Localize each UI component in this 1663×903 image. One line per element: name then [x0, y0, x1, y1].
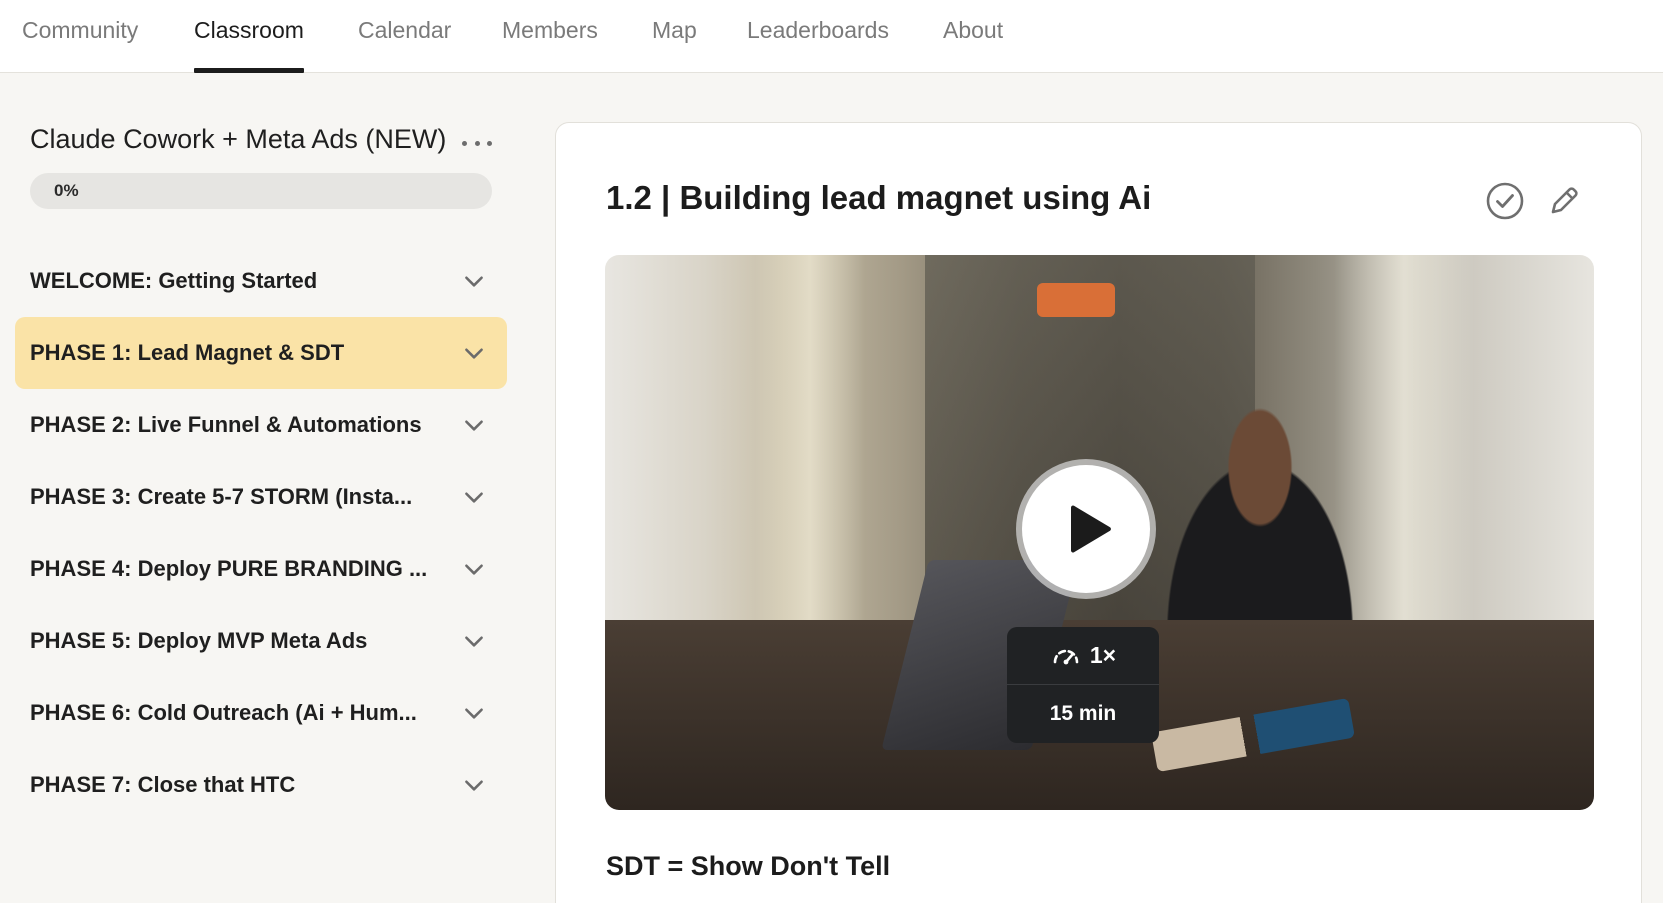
module-label: PHASE 2: Live Funnel & Automations [30, 412, 422, 437]
module-item-phase-4[interactable]: PHASE 4: Deploy PURE BRANDING ... [15, 533, 507, 605]
tab-members[interactable]: Members [502, 0, 598, 73]
chevron-down-icon[interactable] [461, 340, 487, 366]
tab-calendar[interactable]: Calendar [358, 0, 451, 73]
chevron-down-icon[interactable] [461, 628, 487, 654]
module-item-phase-6[interactable]: PHASE 6: Cold Outreach (Ai + Hum... [15, 677, 507, 749]
module-item-phase-3[interactable]: PHASE 3: Create 5-7 STORM (Insta... [15, 461, 507, 533]
module-label: PHASE 5: Deploy MVP Meta Ads [30, 628, 368, 653]
module-item-phase-1[interactable]: PHASE 1: Lead Magnet & SDT [15, 317, 507, 389]
play-button[interactable] [1022, 465, 1150, 593]
module-item-phase-5[interactable]: PHASE 5: Deploy MVP Meta Ads [15, 605, 507, 677]
play-icon [1071, 505, 1111, 553]
module-label: PHASE 1: Lead Magnet & SDT [30, 340, 345, 365]
module-list: WELCOME: Getting Started PHASE 1: Lead M… [15, 245, 507, 821]
tab-about[interactable]: About [943, 0, 1003, 73]
tab-leaderboards[interactable]: Leaderboards [747, 0, 889, 73]
tab-community[interactable]: Community [22, 0, 138, 73]
video-duration: 15 min [1049, 702, 1117, 725]
tab-map[interactable]: Map [652, 0, 697, 73]
module-label: WELCOME: Getting Started [30, 268, 318, 293]
check-circle-icon[interactable] [1485, 181, 1525, 221]
module-label: PHASE 3: Create 5-7 STORM (Insta... [30, 484, 413, 509]
playback-speed-button[interactable]: 1× [1007, 627, 1159, 685]
playback-speed-icon [1053, 649, 1079, 664]
chevron-down-icon[interactable] [461, 772, 487, 798]
module-label: PHASE 4: Deploy PURE BRANDING ... [30, 556, 428, 581]
module-item-phase-2[interactable]: PHASE 2: Live Funnel & Automations [15, 389, 507, 461]
lesson-subtitle: SDT = Show Don't Tell [606, 851, 891, 881]
video-player[interactable]: 1× 15 min [605, 255, 1594, 810]
lesson-title: 1.2 | Building lead magnet using Ai [606, 179, 1152, 216]
playback-speed-value: 1× [1089, 642, 1117, 668]
lesson-card: 1.2 | Building lead magnet using Ai 1× 1… [555, 122, 1642, 903]
course-progress-bar: 0% [30, 173, 492, 209]
video-thumbnail-curtain [755, 255, 865, 675]
chevron-down-icon[interactable] [461, 700, 487, 726]
tab-classroom[interactable]: Classroom [194, 0, 304, 73]
chevron-down-icon[interactable] [461, 556, 487, 582]
chevron-down-icon[interactable] [461, 484, 487, 510]
chevron-down-icon[interactable] [461, 412, 487, 438]
module-item-welcome[interactable]: WELCOME: Getting Started [15, 245, 507, 317]
course-title: Claude Cowork + Meta Ads (NEW) [30, 124, 447, 154]
playback-info-panel: 1× 15 min [1007, 627, 1159, 743]
pencil-icon[interactable] [1546, 183, 1582, 219]
chevron-down-icon[interactable] [461, 268, 487, 294]
top-navigation: Community Classroom Calendar Members Map… [0, 0, 1663, 73]
more-horizontal-icon[interactable] [462, 130, 492, 156]
module-label: PHASE 6: Cold Outreach (Ai + Hum... [30, 700, 417, 725]
course-progress-label: 0% [54, 181, 79, 200]
module-item-phase-7[interactable]: PHASE 7: Close that HTC [15, 749, 507, 821]
module-label: PHASE 7: Close that HTC [30, 772, 296, 797]
video-thumbnail-object [1037, 283, 1115, 317]
